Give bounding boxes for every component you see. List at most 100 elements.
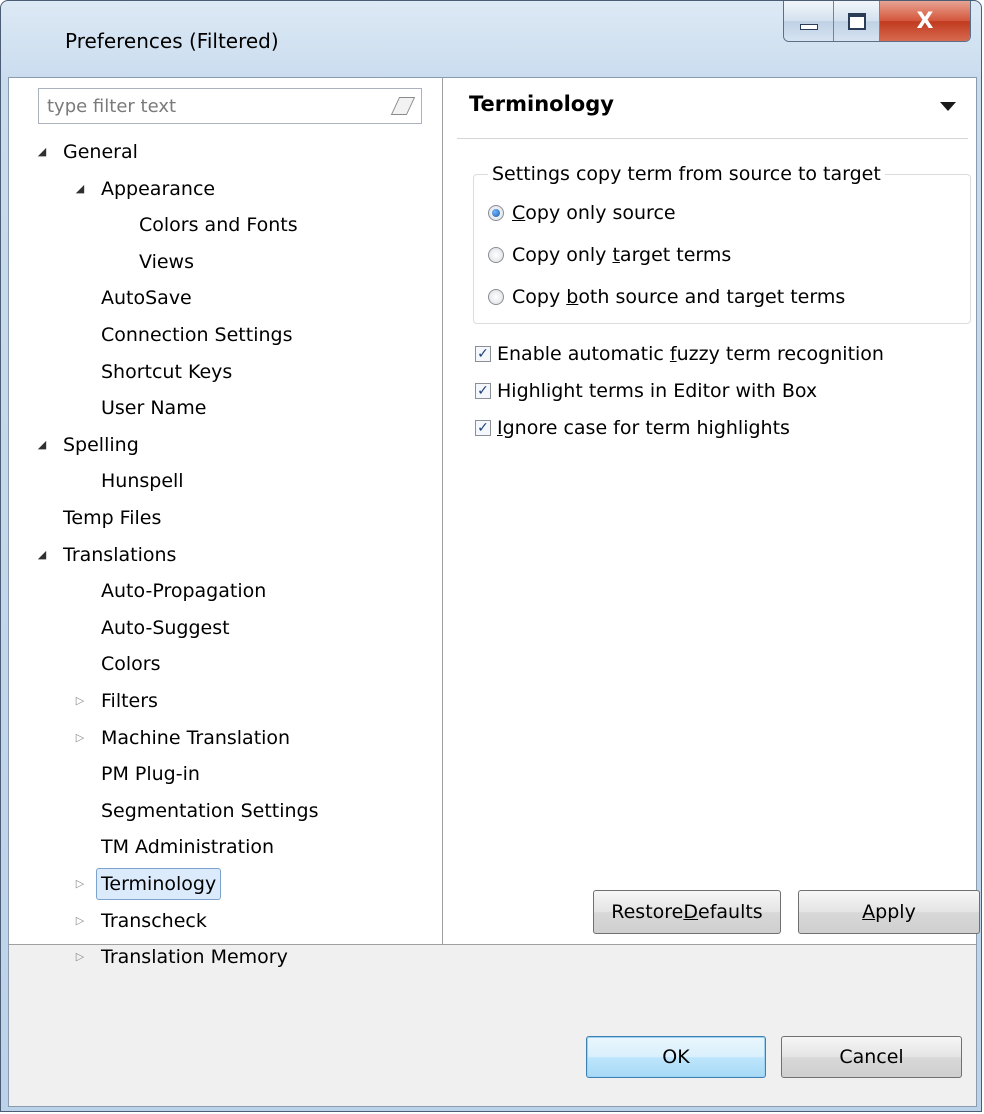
tree-item-general[interactable]: ◢ General — [9, 136, 443, 168]
label-text: arget terms — [619, 244, 732, 266]
tree-item-colors[interactable]: Colors — [9, 648, 443, 680]
tree-item-label: Views — [139, 250, 194, 273]
label-mnemonic: D — [683, 901, 699, 923]
expanded-arrow-icon[interactable]: ◢ — [35, 539, 49, 571]
term-option-checkbox[interactable]: ✓ Highlight terms in Editor with Box — [475, 377, 817, 405]
tree-item-label: General — [63, 141, 138, 163]
tree-item-temp-files[interactable]: Temp Files — [9, 502, 443, 534]
filter-field[interactable] — [38, 88, 422, 124]
window-title: Preferences (Filtered) — [65, 29, 279, 53]
label-text: opy only source — [525, 202, 676, 224]
collapsed-arrow-icon[interactable]: ▷ — [73, 941, 87, 973]
title-bar[interactable]: Preferences (Filtered) X — [1, 1, 981, 77]
window-controls: X — [783, 1, 971, 42]
apply-button[interactable]: Apply — [798, 890, 980, 934]
tree-item-tm-administration[interactable]: TM Administration — [9, 831, 443, 863]
restore-defaults-button[interactable]: Restore Defaults — [593, 890, 781, 934]
tree-item-pm-plug-in[interactable]: PM Plug-in — [9, 758, 443, 790]
tree-item-user-name[interactable]: User Name — [9, 392, 443, 424]
label-text: pply — [875, 901, 916, 923]
cancel-button[interactable]: Cancel — [781, 1036, 962, 1078]
preference-tree-pane: ◢ General ◢ Appearance Colors and Fonts Views… — [9, 78, 443, 968]
filter-input[interactable] — [45, 89, 379, 123]
tree-item-colors-and-fonts[interactable]: Colors and Fonts — [9, 209, 443, 241]
copy-option-radio[interactable]: Copy only target terms — [488, 241, 731, 269]
collapsed-arrow-icon[interactable]: ▷ — [73, 685, 87, 717]
expanded-arrow-icon[interactable]: ◢ — [35, 429, 49, 461]
close-icon: X — [916, 8, 934, 34]
label-text: gnore case for term highlights — [502, 417, 790, 439]
checkbox-indicator[interactable]: ✓ — [475, 420, 491, 436]
tree-item-translations[interactable]: ◢ Translations — [9, 539, 443, 571]
expanded-arrow-icon[interactable]: ◢ — [73, 173, 87, 205]
preference-page: Terminology Settings copy term from sour… — [443, 78, 980, 944]
close-button[interactable]: X — [880, 1, 970, 41]
term-option-checkbox[interactable]: ✓ Enable automatic fuzzy term recognition — [475, 340, 884, 368]
tree-item-label: Translations — [63, 543, 177, 566]
label-text: Highlight terms in Editor with Box — [497, 380, 818, 402]
tree-item-label: Colors — [101, 653, 161, 676]
label-text: Copy only — [512, 244, 613, 266]
copy-option-radio[interactable]: Copy both source and target terms — [488, 283, 845, 311]
tree-item-shortcut-keys[interactable]: Shortcut Keys — [9, 356, 443, 388]
view-menu-icon[interactable] — [940, 102, 956, 111]
label-mnemonic: t — [612, 244, 620, 266]
copy-option-radio[interactable]: Copy only source — [488, 199, 676, 227]
check-icon: ✓ — [477, 383, 489, 399]
checkbox-label: Enable automatic fuzzy term recognition — [497, 340, 884, 368]
tree-item-filters[interactable]: ▷ Filters — [9, 685, 443, 717]
radio-indicator[interactable] — [488, 289, 504, 305]
tree-item-label: Spelling — [63, 433, 139, 456]
tree-item-views[interactable]: Views — [9, 246, 443, 278]
tree-item-label: Colors and Fonts — [139, 214, 298, 237]
tree-item-connection-settings[interactable]: Connection Settings — [9, 319, 443, 351]
tree-item-label: Shortcut Keys — [101, 360, 233, 383]
tree-item-auto-propagation[interactable]: Auto-Propagation — [9, 575, 443, 607]
tree-item-translation-memory[interactable]: ▷ Translation Memory — [9, 941, 443, 973]
tree-item-label: Connection Settings — [101, 324, 293, 346]
tree-item-label: Machine Translation — [101, 726, 291, 749]
radio-indicator[interactable] — [488, 247, 504, 263]
tree-item-segmentation-settings[interactable]: Segmentation Settings — [9, 795, 443, 827]
collapsed-arrow-icon[interactable]: ▷ — [73, 868, 87, 900]
tree-item-machine-translation[interactable]: ▷ Machine Translation — [9, 722, 443, 754]
tree-item-transcheck[interactable]: ▷ Transcheck — [9, 905, 443, 937]
checkbox-indicator[interactable]: ✓ — [475, 383, 491, 399]
label-mnemonic: A — [862, 901, 876, 923]
clear-filter-icon[interactable] — [390, 97, 416, 115]
collapsed-arrow-icon[interactable]: ▷ — [73, 905, 87, 937]
tree-item-label: Terminology — [96, 868, 222, 900]
tree-item-auto-suggest[interactable]: Auto-Suggest — [9, 612, 443, 644]
tree-item-label: Filters — [101, 690, 158, 712]
label-text: Copy — [512, 286, 567, 308]
label-text: Enable automatic — [497, 343, 670, 365]
maximize-button[interactable] — [834, 1, 880, 41]
copy-term-group: Settings copy term from source to target… — [473, 163, 971, 324]
tree-item-label: Auto-Propagation — [101, 580, 267, 603]
tree-item-label: User Name — [101, 397, 207, 420]
checkbox-label: Highlight terms in Editor with Box — [497, 377, 817, 405]
minimize-icon — [799, 24, 818, 30]
term-option-checkbox[interactable]: ✓ Ignore case for term highlights — [475, 414, 790, 442]
minimize-button[interactable] — [784, 1, 834, 41]
expanded-arrow-icon[interactable]: ◢ — [35, 136, 49, 168]
check-icon: ✓ — [477, 420, 489, 436]
checkbox-label: Ignore case for term highlights — [497, 414, 790, 442]
ok-button[interactable]: OK — [586, 1036, 766, 1078]
tree-item-hunspell[interactable]: Hunspell — [9, 465, 443, 497]
ok-label: OK — [662, 1046, 690, 1068]
collapsed-arrow-icon[interactable]: ▷ — [73, 722, 87, 754]
label-mnemonic: f — [669, 343, 677, 365]
tree-item-spelling[interactable]: ◢ Spelling — [9, 429, 443, 461]
tree-item-label: PM Plug-in — [101, 763, 200, 786]
tree-item-autosave[interactable]: AutoSave — [9, 282, 443, 314]
cancel-label: Cancel — [839, 1046, 904, 1068]
tree-item-terminology[interactable]: ▷ Terminology — [9, 868, 443, 900]
radio-label: Copy only target terms — [512, 241, 731, 269]
radio-indicator[interactable] — [488, 205, 504, 221]
tree-item-label: Temp Files — [63, 507, 162, 529]
tree-item-appearance[interactable]: ◢ Appearance — [9, 173, 443, 205]
title-divider — [457, 138, 968, 139]
tree-item-label: TM Administration — [101, 836, 275, 859]
checkbox-indicator[interactable]: ✓ — [475, 346, 491, 362]
